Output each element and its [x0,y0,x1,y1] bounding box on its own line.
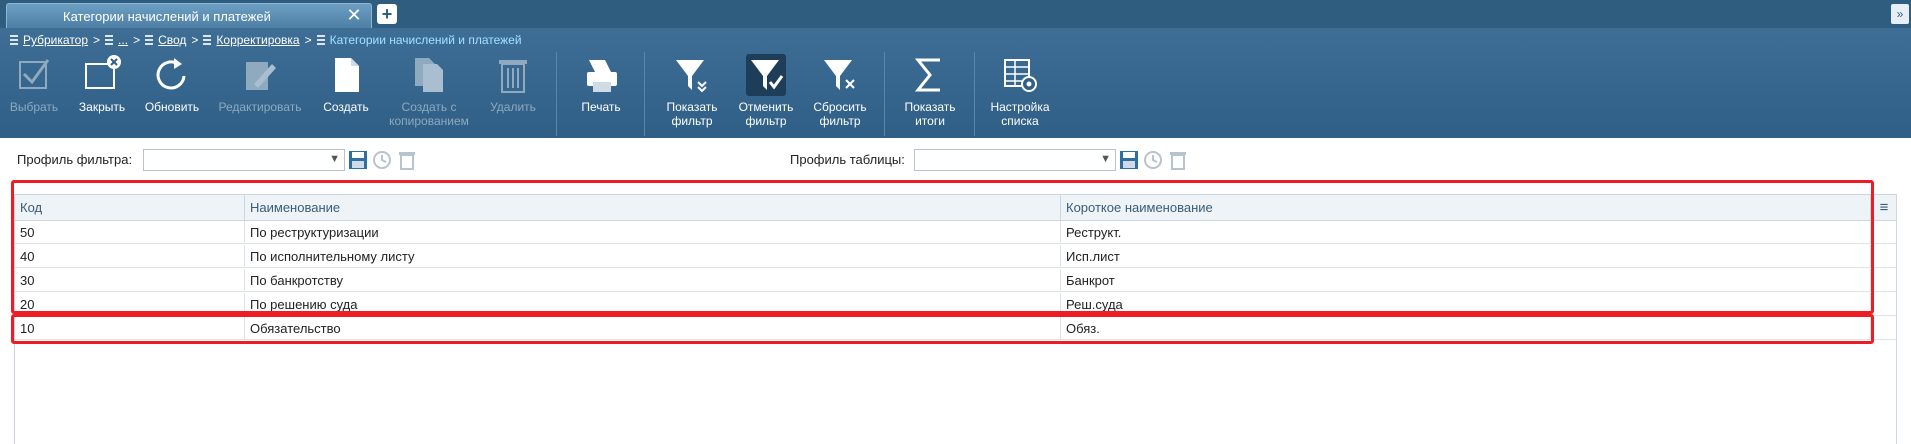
close-button[interactable]: Закрыть [72,48,132,138]
toolbar-divider [974,52,975,136]
filter-check-icon [746,54,786,96]
cell-name: Обязательство [245,317,1061,340]
sigma-icon [914,58,940,92]
list-icon [10,35,18,45]
breadcrumb-item-rubricator[interactable]: Рубрикатор [10,33,88,47]
grid-header: Код Наименование Короткое наименование ≡ [15,195,1896,221]
tab-overflow-button[interactable]: » [1891,4,1909,24]
cell-code: 30 [15,269,245,292]
profile-row: Профиль фильтра: ▼ Профиль таблицы: ▼ [0,140,1911,182]
column-header-name[interactable]: Наименование [245,195,1061,221]
create-button[interactable]: Создать [316,48,376,138]
header: Рубрикатор > ... > Свод > Корректировка … [0,28,1911,138]
save-icon[interactable] [348,150,368,170]
table-row[interactable]: 40 По исполнительному листу Исп.лист [15,245,1896,268]
breadcrumb-current: Категории начислений и платежей [316,33,522,47]
data-grid: Код Наименование Короткое наименование ≡… [14,194,1897,444]
add-tab-button[interactable]: + [377,4,397,24]
tab-title: Категории начислений и платежей [63,9,271,24]
filter-profile-select[interactable]: ▼ [143,149,345,171]
history-icon[interactable] [1143,150,1163,170]
delete-button[interactable]: Удалить [482,48,544,138]
cell-short-name: Реш.суда [1061,293,1871,316]
show-filter-button[interactable]: Показать фильтр [656,48,728,138]
close-icon[interactable]: ✕ [345,6,363,24]
breadcrumb-separator: > [191,33,199,47]
cell-code: 50 [15,221,245,244]
window-close-icon [85,55,121,89]
trash-icon[interactable] [1168,150,1188,170]
list-settings-button[interactable]: Настройка списка [984,48,1056,138]
chevron-down-icon: ▼ [1100,153,1111,165]
trash-icon [499,60,527,93]
print-button[interactable]: Печать [570,48,632,138]
table-row[interactable]: 10 Обязательство Обяз. [15,317,1896,340]
list-icon [105,35,114,45]
trash-icon[interactable] [397,150,417,170]
printer-icon [587,60,617,92]
checkmark-icon [19,59,50,89]
cell-name: По банкротству [245,269,1061,292]
list-icon [316,35,325,45]
breadcrumb-item-ellipsis[interactable]: ... [105,33,128,47]
create-copy-button[interactable]: Создать с копированием [384,48,474,138]
reset-filter-button[interactable]: Сбросить фильтр [804,48,876,138]
breadcrumb-item-svod[interactable]: Свод [145,33,186,47]
cell-code: 40 [15,245,245,268]
column-menu-icon[interactable]: ≡ [1875,199,1893,217]
new-document-icon [335,58,359,92]
cell-name: По реструктуризации [245,221,1061,244]
table-profile-label: Профиль таблицы: [790,152,905,167]
filter-reset-icon [824,60,855,90]
list-icon [203,35,212,45]
select-button[interactable]: Выбрать [4,48,64,138]
table-row[interactable]: 30 По банкротству Банкрот [15,269,1896,292]
cancel-filter-button[interactable]: Отменить фильтр [730,48,802,138]
edit-icon [246,62,276,90]
cell-name: По решению суда [245,293,1061,316]
table-row[interactable]: 20 По решению суда Реш.суда [15,293,1896,316]
table-profile-select[interactable]: ▼ [914,149,1116,171]
breadcrumb-separator: > [93,33,101,47]
breadcrumb-separator: > [133,33,141,47]
filter-profile-label: Профиль фильтра: [17,152,133,167]
toolbar-divider [644,52,645,136]
toolbar-divider [556,52,557,136]
cell-short-name: Реструкт. [1061,221,1871,244]
cell-short-name: Обяз. [1061,317,1871,340]
show-totals-button[interactable]: Показать итоги [894,48,966,138]
table-row[interactable]: 50 По реструктуризации Реструкт. [15,221,1896,244]
breadcrumb: Рубрикатор > ... > Свод > Корректировка … [10,32,522,48]
cell-code: 20 [15,293,245,316]
toolbar-divider [884,52,885,136]
list-icon [145,35,154,45]
breadcrumb-item-correction[interactable]: Корректировка [203,33,300,47]
tab-bar: Категории начислений и платежей ✕ + » [0,0,1911,28]
breadcrumb-separator: > [304,33,312,47]
cell-short-name: Исп.лист [1061,245,1871,268]
column-header-short-name[interactable]: Короткое наименование [1061,195,1871,221]
tab-categories[interactable]: Категории начислений и платежей ✕ [6,3,372,28]
cell-name: По исполнительному листу [245,245,1061,268]
chevron-down-icon: ▼ [329,153,340,165]
save-icon[interactable] [1119,150,1139,170]
refresh-button[interactable]: Обновить [140,48,204,138]
toolbar: Выбрать Закрыть Обновить Редактировать С… [0,48,1911,138]
column-header-code[interactable]: Код [15,195,245,221]
copy-document-icon [415,58,443,92]
table-settings-icon [1004,59,1037,92]
filter-show-icon [676,60,707,93]
edit-button[interactable]: Редактировать [214,48,306,138]
cell-code: 10 [15,317,245,340]
cell-short-name: Банкрот [1061,269,1871,292]
history-icon[interactable] [372,150,392,170]
refresh-icon [156,58,186,90]
